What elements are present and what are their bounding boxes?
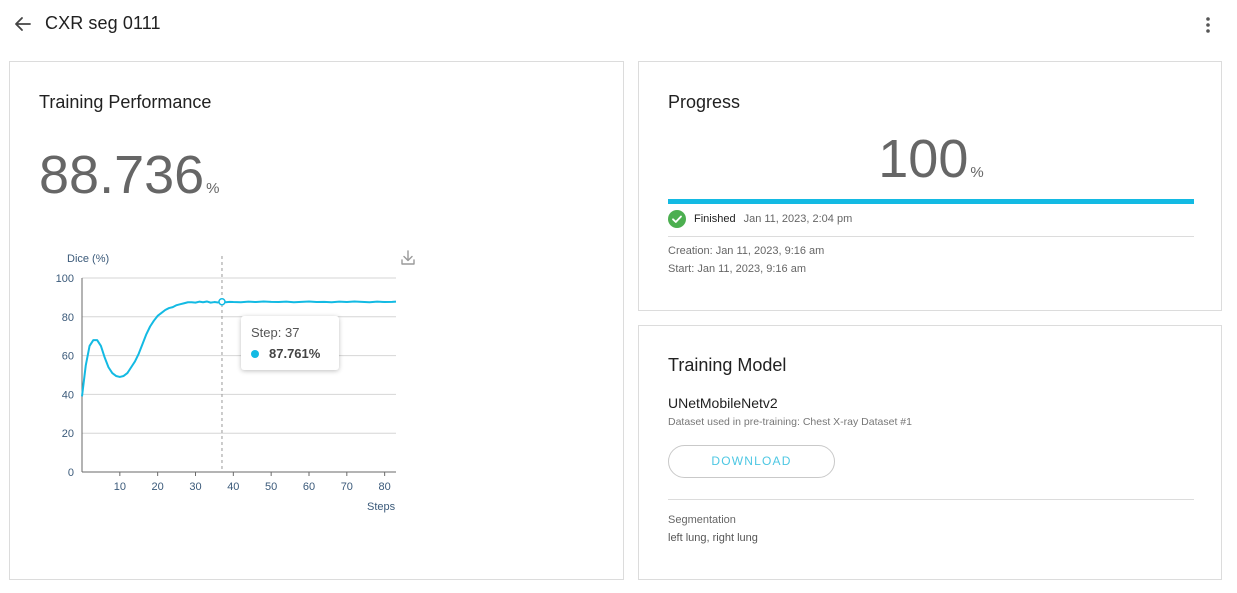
segmentation-value: left lung, right lung: [668, 532, 758, 544]
progress-metric: 100%: [639, 128, 1223, 190]
y-tick-label: 80: [62, 312, 74, 324]
y-tick-label: 20: [62, 428, 74, 440]
x-axis-label: Steps: [367, 501, 396, 513]
tooltip-series-dot: [251, 349, 259, 358]
tooltip-step: Step: 37: [251, 325, 300, 340]
x-tick-label: 50: [265, 481, 277, 493]
chart-tooltip: Step: 37 87.761%: [241, 316, 339, 370]
y-axis-label: Dice (%): [67, 253, 109, 265]
x-tick-label: 60: [303, 481, 315, 493]
y-tick-label: 0: [68, 467, 74, 479]
progress-title: Progress: [668, 92, 741, 112]
x-tick-label: 40: [227, 481, 239, 493]
progress-bar-fill: [668, 199, 1194, 204]
check-circle-icon: [668, 210, 686, 228]
page-title: CXR seg 0111: [45, 13, 161, 33]
x-tick-label: 20: [152, 481, 164, 493]
status-label: Finished: [694, 213, 736, 225]
progress-unit: %: [970, 164, 984, 181]
dataset-note: Dataset used in pre-training: Chest X-ra…: [668, 416, 912, 428]
x-tick-label: 30: [189, 481, 201, 493]
y-tick-label: 100: [56, 273, 74, 285]
tooltip-value: 87.761%: [269, 346, 321, 361]
x-tick-label: 10: [114, 481, 126, 493]
progress-bar: [668, 199, 1194, 204]
divider: [668, 236, 1194, 237]
series-line: [81, 300, 397, 397]
y-tick-label: 60: [62, 351, 74, 363]
segmentation-label: Segmentation: [668, 514, 736, 526]
divider: [668, 499, 1194, 500]
creation-date: Creation: Jan 11, 2023, 9:16 am: [668, 245, 825, 257]
highlight-point: [218, 297, 226, 306]
x-tick-label: 80: [379, 481, 391, 493]
training-model-card: Training Model UNetMobileNetv2 Dataset u…: [638, 325, 1222, 580]
x-tick-label: 70: [341, 481, 353, 493]
more-vertical-icon[interactable]: [1199, 14, 1217, 36]
start-date: Start: Jan 11, 2023, 9:16 am: [668, 263, 806, 275]
download-button[interactable]: DOWNLOAD: [668, 445, 835, 478]
top-bar: CXR seg 0111: [0, 0, 1237, 48]
arrow-back-icon[interactable]: [12, 13, 34, 35]
status-date: Jan 11, 2023, 2:04 pm: [743, 213, 853, 225]
model-name: UNetMobileNetv2: [668, 395, 778, 411]
progress-value: 100: [878, 129, 969, 189]
training-performance-card: Training Performance 88.736% Dice (%) St…: [9, 61, 624, 580]
status-row: Finished Jan 11, 2023, 2:04 pm: [668, 210, 852, 228]
progress-card: Progress 100% Finished Jan 11, 2023, 2:0…: [638, 61, 1222, 311]
training-model-title: Training Model: [668, 355, 787, 375]
y-tick-label: 40: [62, 389, 74, 401]
